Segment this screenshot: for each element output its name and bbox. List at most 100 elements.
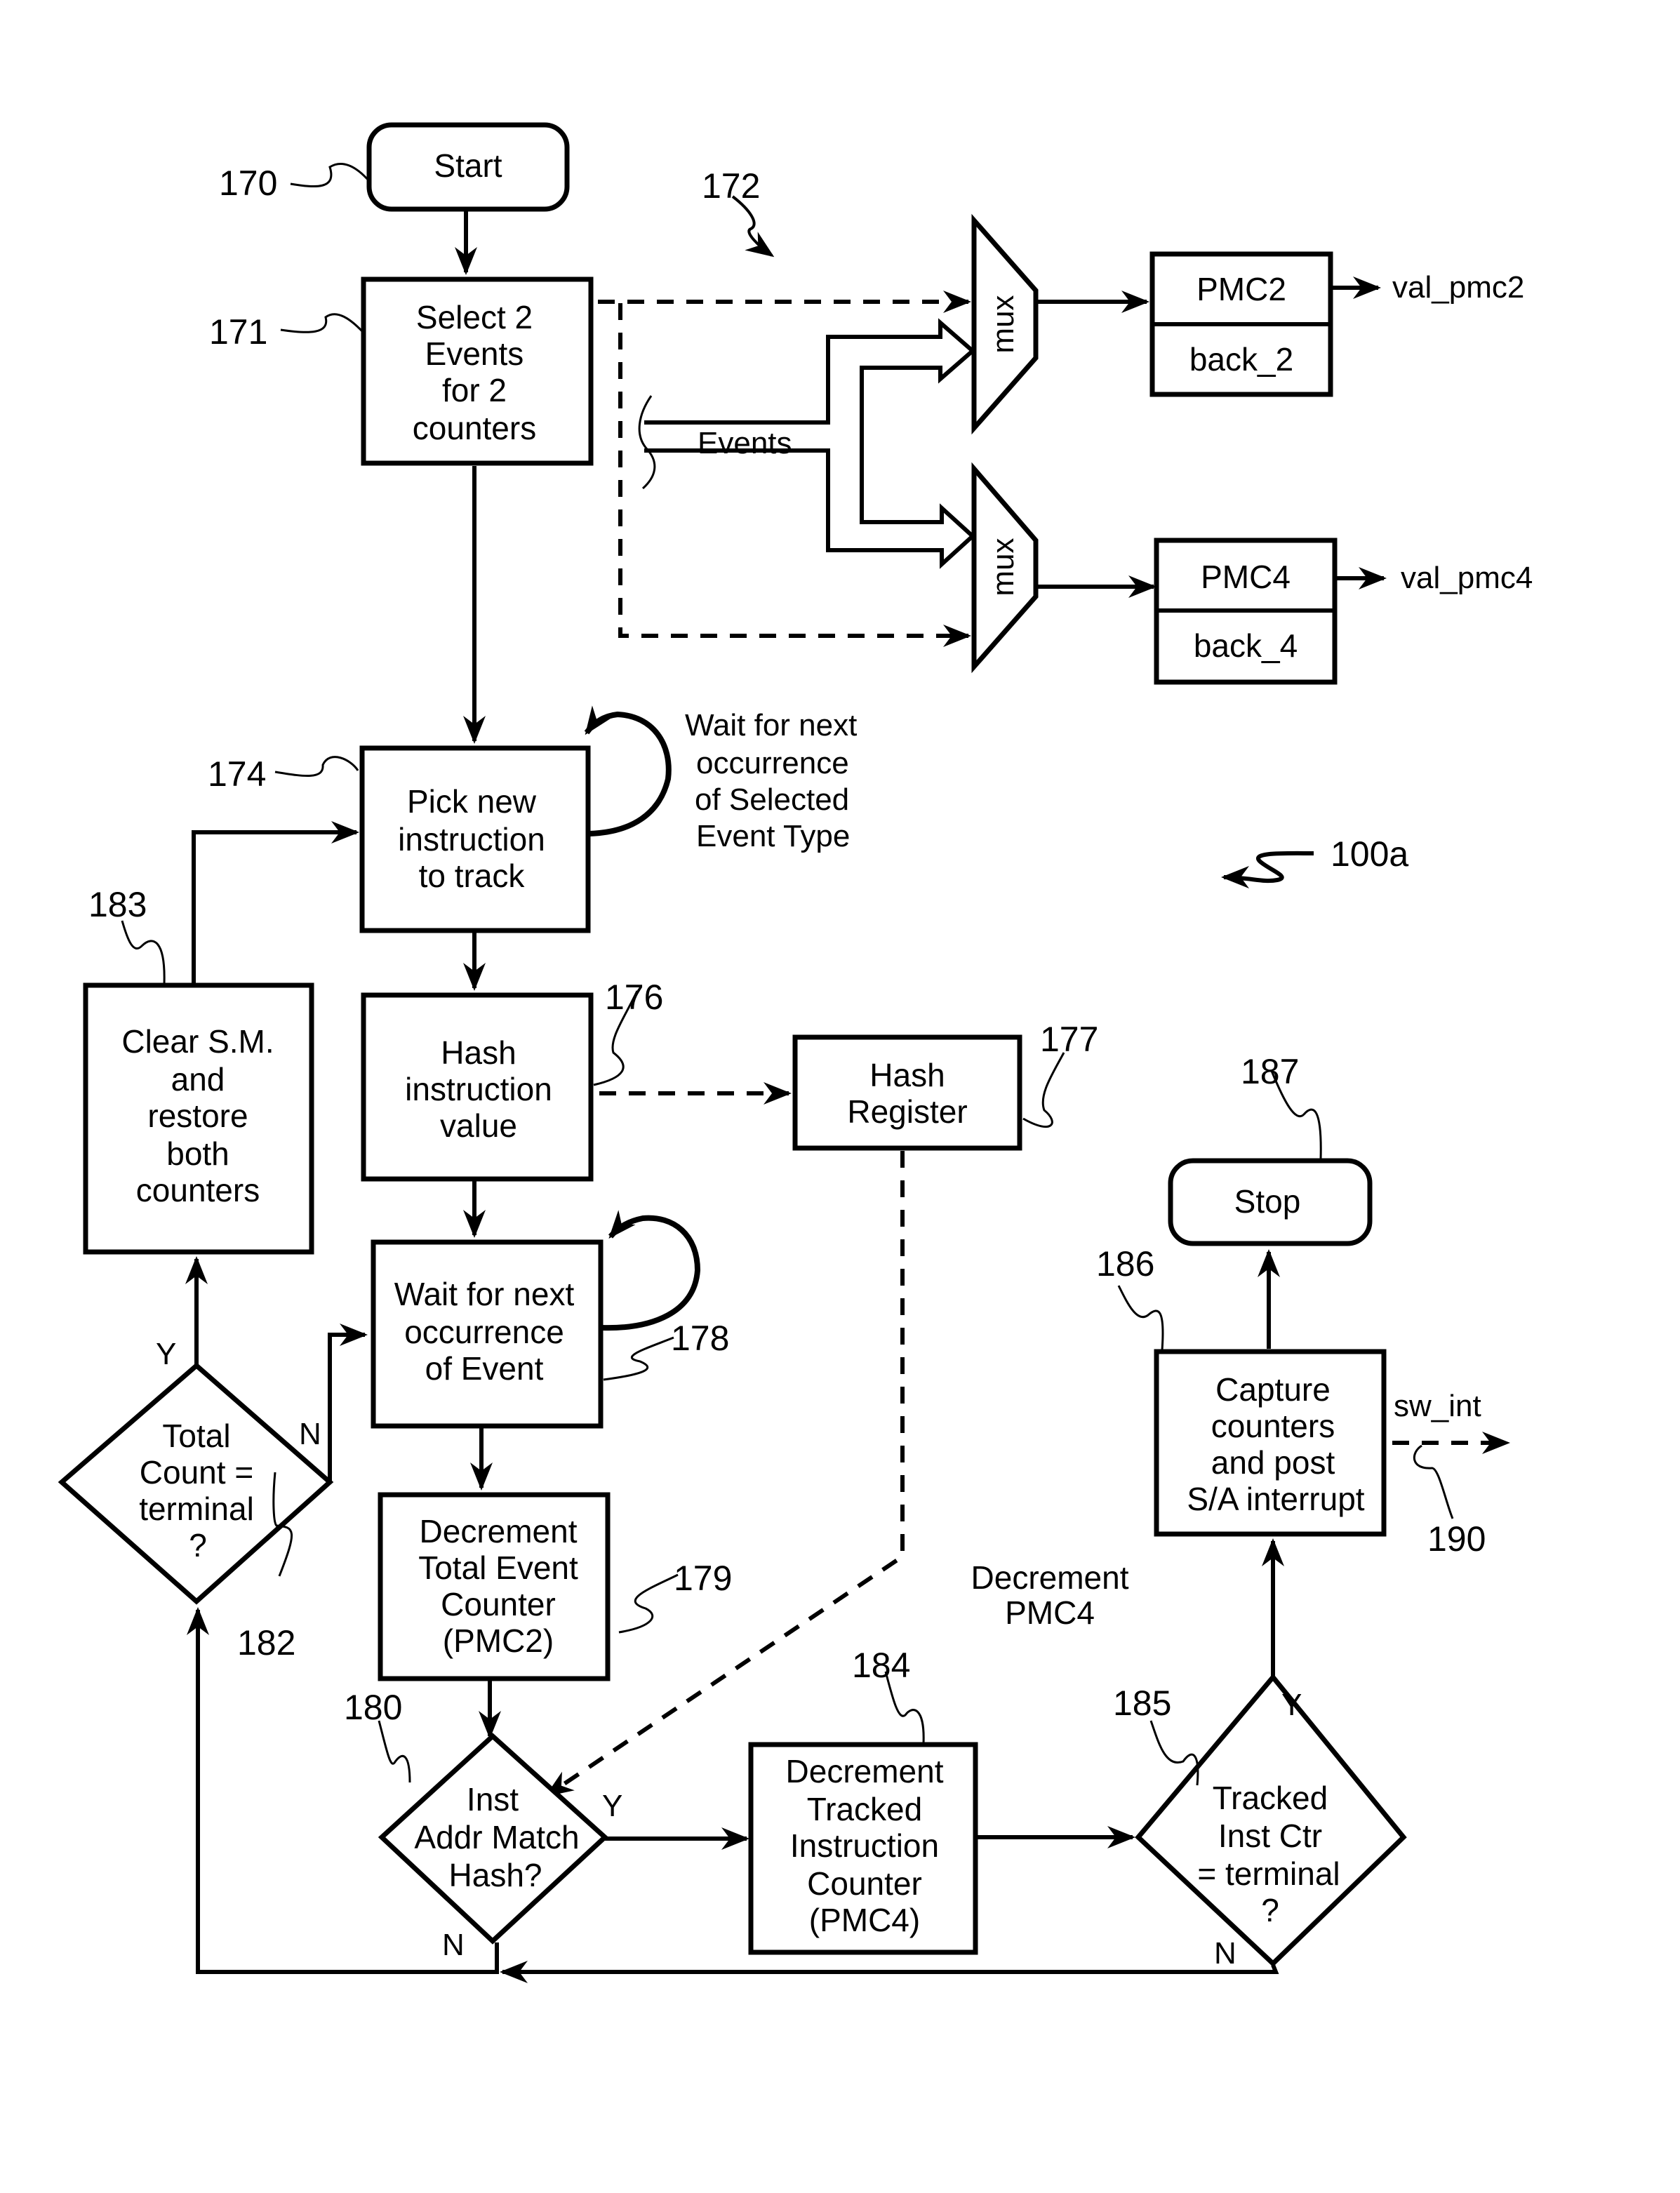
mux-bottom-label: mux	[986, 538, 1020, 596]
start-label: Start	[434, 147, 502, 184]
start-terminal: Start	[366, 122, 570, 212]
arrow-clear-to-pick	[192, 821, 359, 984]
decrement-tracked-box: Decrement Tracked Instruction Counter (P…	[748, 1742, 978, 1955]
tracked-line-4: ?	[1261, 1892, 1279, 1928]
pick-loop-note: Wait for next occurrence of Selected Eve…	[685, 708, 857, 853]
wait-line-1: Wait for next	[394, 1276, 575, 1312]
pick-note-line-1: Wait for next	[685, 708, 857, 742]
back2-label: back_2	[1189, 341, 1293, 378]
back4-label: back_4	[1194, 627, 1298, 664]
mux-top-label: mux	[986, 295, 1020, 353]
hash-instruction-box: Hash instruction value	[361, 992, 594, 1182]
ref-185: 185	[1113, 1684, 1171, 1723]
ref-184: 184	[852, 1646, 910, 1685]
pick-note-line-2: occurrence	[696, 746, 849, 780]
leader-190	[1413, 1444, 1454, 1519]
pick-line-3: to track	[419, 858, 526, 894]
mux-bottom: mux	[971, 462, 1039, 674]
total-line-4: ?	[189, 1527, 207, 1564]
ref-183: 183	[88, 885, 147, 924]
ref-179: 179	[674, 1559, 732, 1598]
hash-line-2: instruction	[405, 1071, 552, 1107]
pmc2-label: PMC2	[1196, 271, 1286, 307]
capture-box: Capture counters and post S/A interrupt	[1154, 1349, 1387, 1537]
dec-total-line-4: (PMC2)	[443, 1622, 554, 1659]
val-pmc4-label: val_pmc4	[1401, 561, 1533, 595]
tracked-line-3: = terminal	[1197, 1855, 1340, 1892]
ref-178: 178	[671, 1319, 729, 1358]
events-label: Events	[698, 426, 792, 460]
total-line-1: Total	[162, 1418, 230, 1454]
total-yes-label: Y	[156, 1337, 176, 1371]
wait-line-2: occurrence	[404, 1314, 564, 1350]
select-line-1: Select 2	[416, 299, 533, 335]
arrow-total-no-to-wait	[328, 1324, 368, 1481]
val-pmc2-label: val_pmc2	[1392, 270, 1524, 305]
figure-id-100a: 100a	[1331, 834, 1408, 874]
match-yes-label: Y	[602, 1789, 622, 1823]
ref-182: 182	[237, 1623, 295, 1662]
pick-note-line-4: Event Type	[696, 819, 850, 853]
leader-186	[1117, 1285, 1164, 1351]
leader-180	[378, 1720, 411, 1783]
dec-tracked-line-4: Counter	[807, 1865, 922, 1902]
match-line-3: Hash?	[449, 1857, 542, 1893]
hash-line-1: Hash	[441, 1034, 516, 1071]
events-bus-outline	[644, 318, 976, 569]
clear-line-1: Clear S.M.	[121, 1023, 274, 1060]
pmc4-label: PMC4	[1201, 559, 1291, 595]
clear-restore-box: Clear S.M. and restore both counters	[83, 982, 314, 1255]
leader-170	[290, 163, 371, 188]
hash-line-3: value	[440, 1107, 517, 1144]
decrement-total-box: Decrement Total Event Counter (PMC2)	[378, 1492, 611, 1681]
addr-match-decision: Inst Addr Match Hash?	[378, 1733, 609, 1945]
pick-line-1: Pick new	[407, 783, 537, 820]
sw-int-label: sw_int	[1394, 1389, 1481, 1423]
leader-179	[618, 1573, 679, 1634]
clear-line-4: both	[166, 1135, 229, 1172]
leader-171	[280, 313, 365, 334]
leader-174	[274, 756, 359, 777]
dec-tracked-line-2: Tracked	[807, 1791, 922, 1827]
dec-total-line-1: Decrement	[420, 1513, 578, 1549]
figure-id-arrow	[1221, 851, 1314, 889]
leader-177	[1022, 1052, 1065, 1128]
events-bus: Events	[638, 318, 976, 569]
capture-line-2: counters	[1211, 1408, 1335, 1444]
ref-177: 177	[1040, 1020, 1098, 1059]
total-count-decision: Total Count = terminal ?	[58, 1362, 334, 1605]
hash-register-line-2: Register	[847, 1093, 967, 1130]
leader-178	[603, 1336, 674, 1381]
select-line-4: counters	[413, 410, 536, 446]
loop-arrow-pick	[584, 705, 672, 836]
pick-note-line-3: of Selected	[695, 782, 849, 817]
select-line-2: Events	[425, 335, 524, 372]
ref-180: 180	[344, 1688, 402, 1727]
leader-183	[121, 920, 166, 985]
tracked-terminal-decision: Tracked Inst Ctr = terminal ?	[1135, 1673, 1407, 1967]
dec-total-line-2: Total Event	[418, 1549, 578, 1586]
total-line-2: Count =	[140, 1454, 253, 1491]
ref-186: 186	[1096, 1244, 1154, 1284]
ref-172: 172	[702, 166, 760, 206]
arrow-tracked-no-return	[500, 1961, 1279, 1983]
hash-register-box: Hash Register	[792, 1034, 1022, 1151]
hash-register-line-1: Hash	[869, 1057, 945, 1093]
clear-line-5: counters	[136, 1172, 260, 1208]
ref-187: 187	[1241, 1052, 1299, 1091]
wait-line-3: of Event	[425, 1350, 544, 1387]
ref-190: 190	[1427, 1519, 1486, 1559]
select-line-3: for 2	[442, 372, 507, 408]
match-no-label: N	[442, 1928, 465, 1962]
clear-line-2: and	[171, 1061, 225, 1098]
tracked-line-1: Tracked	[1213, 1780, 1328, 1816]
ref-170: 170	[219, 164, 277, 203]
dec-tracked-line-3: Instruction	[790, 1827, 939, 1864]
dec-pmc4-note-line-1: Decrement	[971, 1559, 1129, 1596]
match-line-2: Addr Match	[414, 1819, 579, 1855]
pmc4-register: PMC4 back_4	[1154, 538, 1338, 685]
wait-event-box: Wait for next occurrence of Event	[371, 1239, 604, 1429]
tracked-line-2: Inst Ctr	[1218, 1818, 1322, 1854]
loop-arrow-wait	[601, 1210, 701, 1331]
dec-tracked-line-1: Decrement	[786, 1753, 944, 1789]
